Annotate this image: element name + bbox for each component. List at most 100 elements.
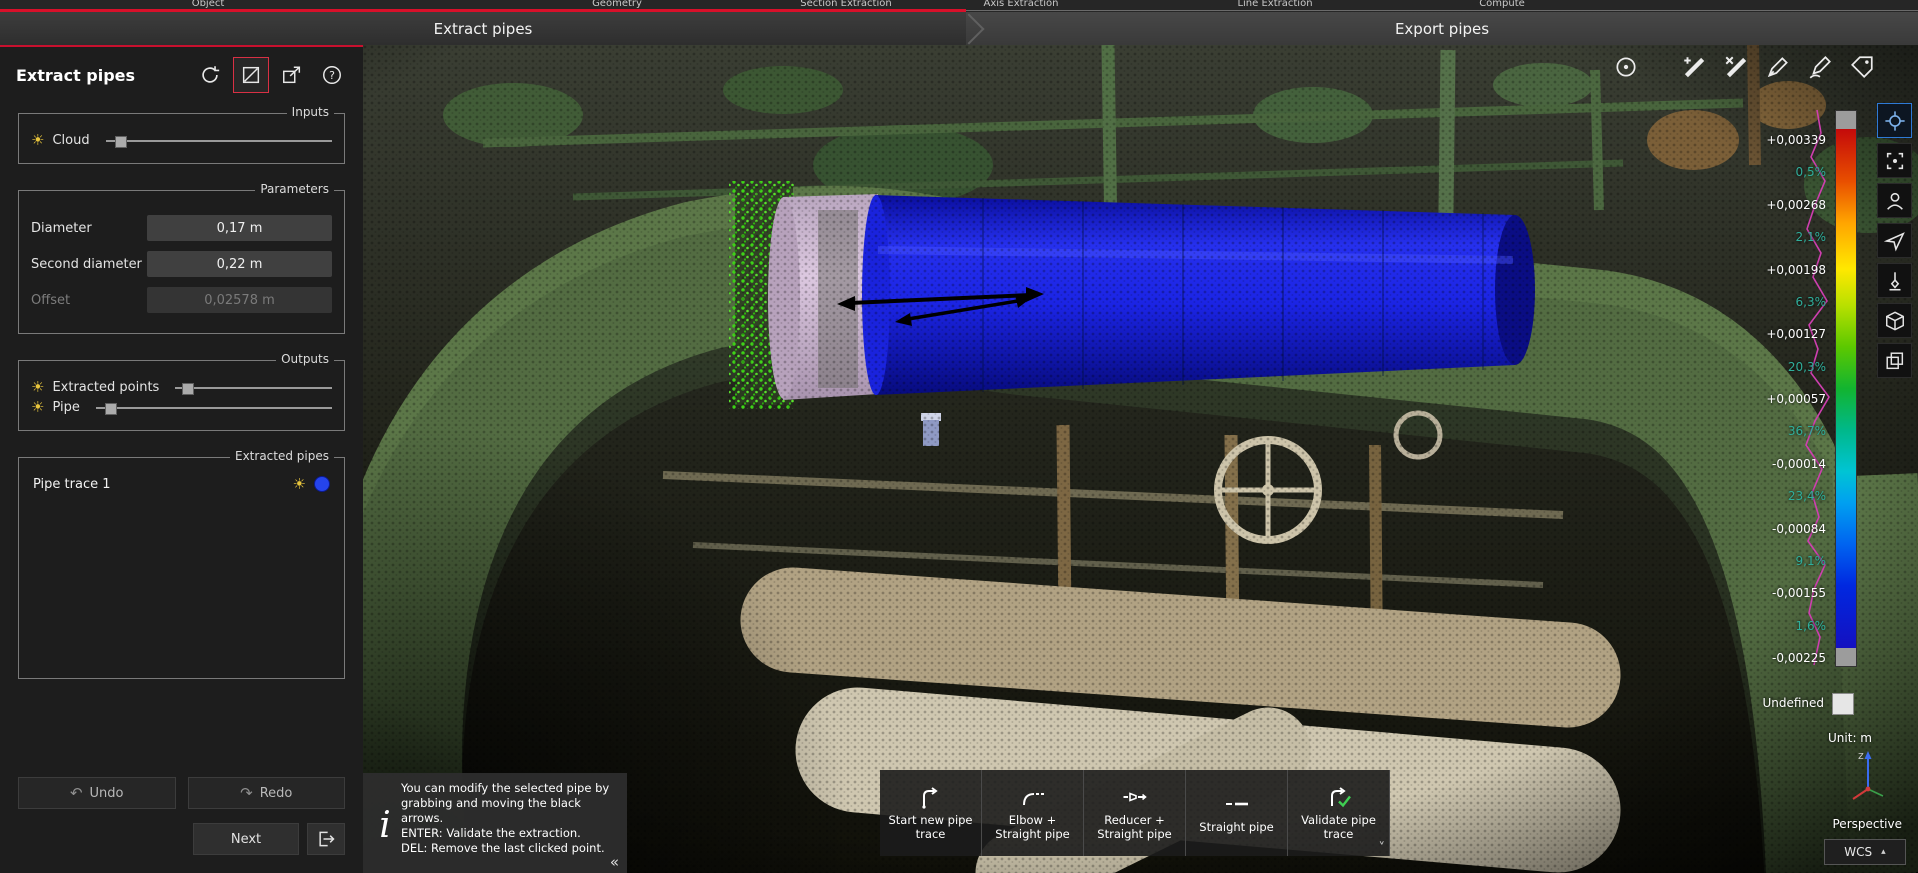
coordinate-system-label: WCS xyxy=(1844,845,1872,859)
collapse-hint-icon[interactable]: « xyxy=(610,853,619,871)
viewport-3d-scene[interactable] xyxy=(363,45,1918,873)
svg-text:?: ? xyxy=(329,69,335,82)
navigate-fly-button[interactable] xyxy=(1877,223,1912,258)
screenshot-button[interactable] xyxy=(1877,343,1912,378)
reset-extraction-button[interactable] xyxy=(193,58,227,92)
reducer-straight-pipe-button[interactable]: Reducer + Straight pipe xyxy=(1084,770,1186,856)
color-scale-gradient xyxy=(1836,129,1856,648)
pipe-sun-icon[interactable]: ☀ xyxy=(31,400,44,415)
extracted-points-sun-icon[interactable]: ☀ xyxy=(31,380,44,395)
panel-header: Extract pipes xyxy=(0,47,363,103)
ortho-cube-button[interactable] xyxy=(1877,303,1912,338)
pipe-trace-toolbar: Start new pipe trace Elbow + Straight pi… xyxy=(880,770,1390,856)
outputs-group: Outputs ☀ Extracted points ☀ Pipe xyxy=(18,360,345,431)
undefined-color-checkbox[interactable] xyxy=(1832,693,1854,715)
next-button[interactable]: Next xyxy=(193,823,299,855)
workflow-remaining-line xyxy=(966,10,1918,11)
workflow-step[interactable]: Geometry xyxy=(592,0,642,9)
straight-pipe-button[interactable]: Straight pipe xyxy=(1186,770,1288,856)
offset-field: 0,02578 m xyxy=(147,287,332,313)
hint-text: You can modify the selected pipe by grab… xyxy=(401,781,619,869)
pipe-trace-label: Pipe trace 1 xyxy=(33,477,111,492)
undo-button[interactable]: ↶ Undo xyxy=(18,777,176,809)
pipe-trace-color-swatch[interactable] xyxy=(314,476,330,492)
hint-info-box: i You can modify the selected pipe by gr… xyxy=(363,773,627,873)
start-new-pipe-trace-button[interactable]: Start new pipe trace xyxy=(880,770,982,856)
diameter-field[interactable]: 0,17 m xyxy=(147,215,332,241)
workflow-step[interactable]: Axis Extraction xyxy=(984,0,1059,9)
remove-measure-button[interactable] xyxy=(1721,52,1751,82)
color-scale-labels: +0,00339 0,5% +0,00268 2,1% +0,00198 6,3… xyxy=(1766,133,1826,665)
pipe-trace-sun-icon[interactable]: ☀ xyxy=(293,477,306,492)
second-diameter-label: Second diameter xyxy=(31,257,142,272)
measure-annotate-toolbar xyxy=(1611,52,1877,82)
second-diameter-field[interactable]: 0,22 m xyxy=(147,251,332,277)
color-scale-bottom-cap xyxy=(1836,648,1856,666)
projection-mode-label[interactable]: Perspective xyxy=(1833,817,1903,831)
extracted-pipes-list[interactable]: Pipe trace 1 ☀ xyxy=(31,472,332,668)
rectangular-selection-button[interactable] xyxy=(233,57,269,93)
extract-pipes-panel: Extract pipes xyxy=(0,45,363,873)
cloud-label: Cloud xyxy=(52,133,89,148)
reset-icon xyxy=(199,64,221,86)
redo-label: Redo xyxy=(260,786,293,801)
slider-handle[interactable] xyxy=(115,136,127,148)
workflow-step[interactable]: Line Extraction xyxy=(1237,0,1312,9)
next-label: Next xyxy=(231,832,261,847)
plumb-line-button[interactable] xyxy=(1877,263,1912,298)
tab-export-pipes-label: Export pipes xyxy=(1395,20,1489,38)
axis-triad: z xyxy=(1844,747,1890,803)
diameter-label: Diameter xyxy=(31,221,92,236)
probe-point-button[interactable] xyxy=(1611,52,1641,82)
elbow-straight-pipe-icon xyxy=(1019,785,1047,809)
tab-extract-pipes[interactable]: Extract pipes xyxy=(0,12,966,45)
workflow-steps-bar: Object Geometry Section Extraction Axis … xyxy=(0,0,1918,12)
help-icon: ? xyxy=(321,64,343,86)
extracted-points-label: Extracted points xyxy=(52,380,159,395)
workflow-step[interactable]: Compute xyxy=(1479,0,1525,9)
elbow-straight-pipe-button[interactable]: Elbow + Straight pipe xyxy=(982,770,1084,856)
toolbar-collapse-chevron[interactable]: ˅ xyxy=(1379,841,1386,856)
outputs-group-label: Outputs xyxy=(276,352,334,366)
help-button[interactable]: ? xyxy=(315,58,349,92)
view-toolbar xyxy=(1877,103,1912,378)
coordinate-system-dropdown[interactable]: WCS ▴ xyxy=(1824,839,1906,865)
caret-up-icon: ▴ xyxy=(1881,847,1886,857)
stage-tab-bar: Extract pipes Export pipes xyxy=(0,12,1918,45)
extracted-points-slider[interactable] xyxy=(175,387,332,389)
workflow-step[interactable]: Section Extraction xyxy=(800,0,891,9)
label-tag-button[interactable] xyxy=(1847,52,1877,82)
straight-pipe-icon xyxy=(1223,792,1251,816)
inputs-group-label: Inputs xyxy=(287,105,334,119)
panel-title: Extract pipes xyxy=(16,66,187,85)
extracted-pipes-group: Extracted pipes Pipe trace 1 ☀ xyxy=(18,457,345,679)
workflow-step[interactable]: Object xyxy=(192,0,225,9)
draw-annotation-button[interactable] xyxy=(1805,52,1835,82)
export-view-button[interactable] xyxy=(275,58,309,92)
pipe-trace-list-item[interactable]: Pipe trace 1 ☀ xyxy=(31,472,332,496)
parameters-group-label: Parameters xyxy=(255,182,334,196)
export-view-icon xyxy=(281,64,303,86)
cloud-opacity-slider[interactable] xyxy=(106,140,332,142)
exit-step-button[interactable] xyxy=(307,823,345,855)
inputs-group: Inputs ☀ Cloud xyxy=(18,113,345,164)
parameters-group: Parameters Diameter 0,17 m Second diamet… xyxy=(18,190,345,334)
undo-label: Undo xyxy=(90,786,124,801)
extracted-pipes-group-label: Extracted pipes xyxy=(230,449,334,463)
annotation-pen-button[interactable] xyxy=(1763,52,1793,82)
slider-handle[interactable] xyxy=(105,403,117,415)
viewport-3d[interactable]: +0,00339 0,5% +0,00268 2,1% +0,00198 6,3… xyxy=(363,45,1918,873)
pipe-opacity-slider[interactable] xyxy=(96,407,332,409)
scene-vignette xyxy=(363,45,1918,873)
locate-target-button[interactable] xyxy=(1877,103,1912,138)
user-view-button[interactable] xyxy=(1877,183,1912,218)
validate-pipe-trace-button[interactable]: Validate pipe trace xyxy=(1288,770,1390,856)
add-measure-button[interactable] xyxy=(1679,52,1709,82)
cloud-visibility-sun-icon[interactable]: ☀ xyxy=(31,133,44,148)
redo-button[interactable]: ↷ Redo xyxy=(188,777,346,809)
tab-export-pipes[interactable]: Export pipes xyxy=(966,12,1918,45)
redo-icon: ↷ xyxy=(240,784,253,802)
slider-handle[interactable] xyxy=(182,383,194,395)
center-view-button[interactable] xyxy=(1877,143,1912,178)
rectangular-selection-icon xyxy=(240,64,262,86)
